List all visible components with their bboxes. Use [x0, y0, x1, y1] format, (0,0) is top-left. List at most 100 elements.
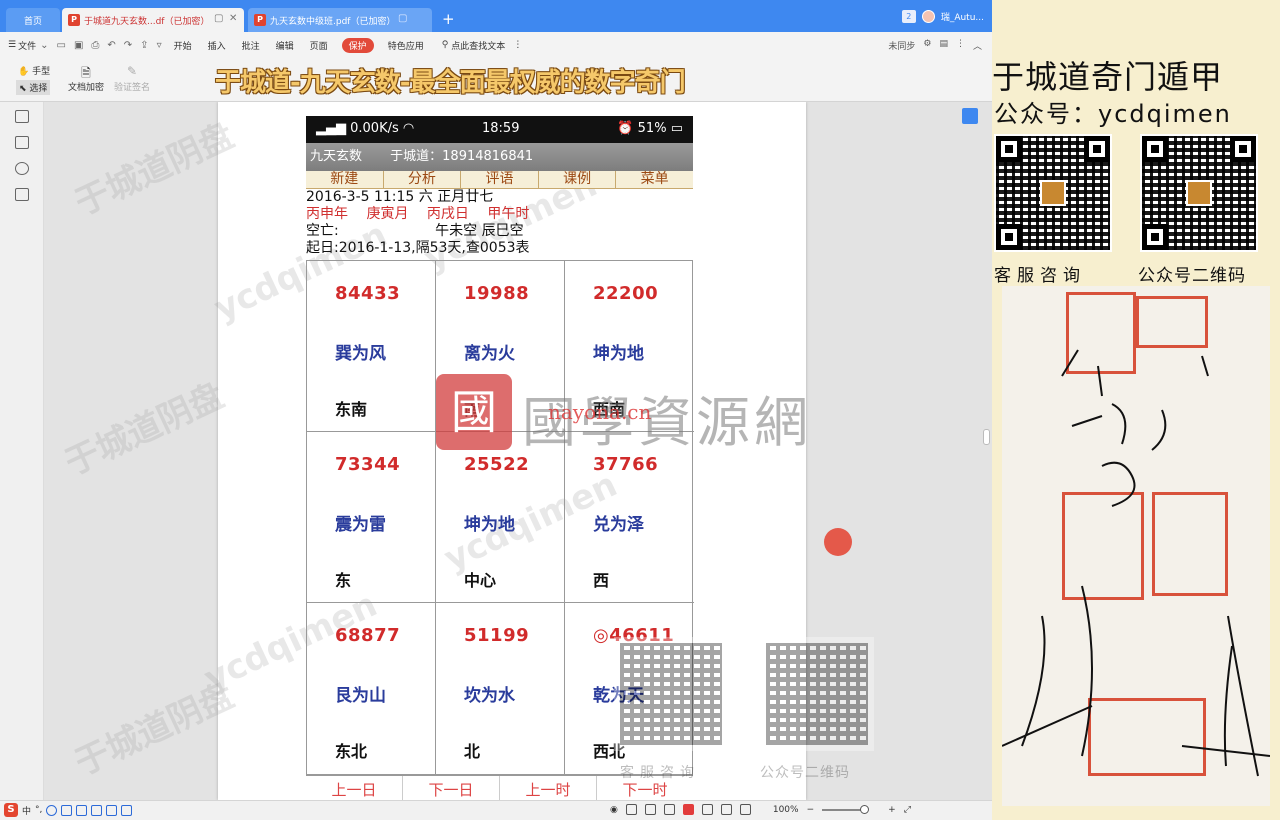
- sogou-logo-icon[interactable]: S: [4, 803, 18, 817]
- fit-window-icon[interactable]: ⤢: [904, 805, 911, 815]
- zoom-slider[interactable]: [822, 804, 870, 814]
- punctuation-icon[interactable]: °,: [35, 805, 42, 815]
- more-icon[interactable]: ⋮: [513, 40, 522, 50]
- eye-icon[interactable]: ◉: [610, 805, 618, 815]
- menu-protect[interactable]: 保护: [341, 37, 374, 53]
- search-icon[interactable]: ⚲: [442, 40, 449, 50]
- account-name[interactable]: 瑞_Autu...: [941, 10, 984, 23]
- app-name: 九天玄数: [310, 149, 363, 164]
- tab-pin-icon[interactable]: ▢: [398, 13, 407, 24]
- select-tool[interactable]: ⬉ 选择: [16, 80, 51, 95]
- grid-icon[interactable]: [121, 804, 133, 816]
- tab-close-icon[interactable]: ✕: [229, 13, 237, 24]
- collapse-icon[interactable]: ︿: [973, 39, 982, 52]
- double-page-icon[interactable]: [644, 804, 656, 815]
- calligraphy-photo: [1002, 286, 1270, 806]
- save-icon[interactable]: ▣: [70, 40, 87, 51]
- right-promo-panel: 于城道奇门遁甲 公众号：ycdqimen 客服咨询 公众号二维码: [992, 0, 1280, 820]
- export-icon[interactable]: ⇪: [136, 40, 152, 51]
- redo-icon[interactable]: ↷: [120, 40, 136, 51]
- tabbar-right: 2 瑞_Autu...: [901, 10, 984, 23]
- palace-cell: 73344 震为雷东: [307, 432, 436, 603]
- qr-finder: [1230, 136, 1256, 162]
- zoom-level[interactable]: 100%: [773, 805, 799, 815]
- annotation-list-icon[interactable]: [15, 188, 29, 201]
- network-speed-text: 0.00K/s: [350, 121, 399, 136]
- palace-cell: 84433 巽为风 东南: [307, 261, 436, 432]
- tab-second-document[interactable]: P 九天玄数中级班.pdf（已加密） ▢: [248, 8, 432, 32]
- outline-icon[interactable]: [15, 110, 29, 123]
- bookmark-icon[interactable]: [15, 162, 29, 175]
- window-count-badge[interactable]: 2: [901, 10, 916, 23]
- nav-menu: 菜单: [640, 171, 669, 187]
- fit-width-icon[interactable]: [701, 804, 713, 815]
- quick-access-icon[interactable]: ▿: [153, 40, 166, 51]
- palace-number: 73344: [335, 454, 401, 475]
- zoom-slider-knob[interactable]: [860, 804, 870, 814]
- new-tab-icon[interactable]: +: [442, 10, 455, 28]
- qr-finder: [1142, 224, 1168, 250]
- settings-icon[interactable]: ⚙: [923, 39, 931, 52]
- scrollbar-handle[interactable]: [983, 429, 990, 445]
- fit-page-icon[interactable]: [720, 804, 732, 815]
- palace-hexagram: 坎为水: [464, 686, 515, 706]
- document-area[interactable]: 于城道阴盘 ycdqimen ycdqimen 于城道阴盘 ycdqimen y…: [44, 102, 992, 800]
- floating-tool-icon[interactable]: [962, 108, 978, 124]
- keyboard-icon[interactable]: [76, 804, 88, 816]
- date-line: 2016-3-5 11:15 六 正月廿七: [306, 189, 494, 205]
- more-icon[interactable]: ⋮: [956, 39, 965, 52]
- tab-active-document[interactable]: P 于城道九天玄数...df（已加密） ▢ ✕: [62, 8, 244, 32]
- menu-icon[interactable]: ☰: [0, 40, 18, 50]
- hand-tool-label: 手型: [32, 67, 51, 77]
- kongwang-values: 午未空 辰巳空: [435, 223, 524, 239]
- sync-status[interactable]: 未同步: [888, 39, 915, 52]
- single-page-icon[interactable]: [625, 804, 637, 815]
- battery-icon: ▭: [670, 121, 683, 136]
- shirt-icon[interactable]: [106, 804, 118, 816]
- undo-icon[interactable]: ↶: [103, 40, 119, 51]
- menu-annotate[interactable]: 批注: [234, 39, 268, 52]
- verify-signature-button[interactable]: ✎ 验证签名: [112, 64, 152, 93]
- encrypt-button[interactable]: 🗎 文档加密: [66, 64, 106, 93]
- chevron-down-icon[interactable]: ⌄: [36, 40, 52, 51]
- tab-pin-icon[interactable]: ▢: [214, 13, 223, 24]
- book-icon[interactable]: [663, 804, 675, 815]
- menu-start[interactable]: 开始: [166, 39, 200, 52]
- comment-icon[interactable]: ▤: [939, 39, 948, 52]
- menu-special[interactable]: 特色应用: [380, 39, 432, 52]
- zoom-out-icon[interactable]: −: [807, 805, 815, 815]
- menu-insert[interactable]: 插入: [200, 39, 234, 52]
- qr-right-caption: 公众号二维码: [1138, 266, 1246, 286]
- signature-icon: ✎: [126, 64, 138, 78]
- palace-cell: 37766 兑为泽西: [565, 432, 694, 603]
- play-icon[interactable]: [682, 804, 694, 815]
- menu-edit[interactable]: 编辑: [268, 39, 302, 52]
- menu-find-text[interactable]: 点此查找文本: [448, 39, 513, 52]
- tab-home[interactable]: 首页: [6, 8, 60, 32]
- palace-hexagram: 巽为风: [335, 344, 386, 364]
- fullscreen-icon[interactable]: [739, 804, 751, 815]
- official-account-qr: [1140, 134, 1258, 252]
- menu-page[interactable]: 页面: [302, 39, 336, 52]
- ganzhi-year: 丙申年: [306, 206, 348, 222]
- zoom-in-icon[interactable]: +: [888, 805, 896, 815]
- avatar[interactable]: [921, 10, 935, 23]
- ime-mode[interactable]: 中: [22, 804, 31, 817]
- open-folder-icon[interactable]: ▭: [52, 40, 69, 51]
- palace-cell: 68877 艮为山 东北: [307, 603, 436, 774]
- thumbnail-icon[interactable]: [15, 136, 29, 149]
- nav-analysis: 分析: [384, 171, 462, 188]
- ime-toolbar[interactable]: S 中 °,: [4, 803, 133, 817]
- print-icon[interactable]: ⎙: [87, 40, 103, 51]
- microphone-icon[interactable]: [61, 804, 73, 816]
- hand-tool[interactable]: ✋ 手型: [18, 64, 50, 77]
- menu-file[interactable]: 文件: [18, 39, 36, 52]
- emoji-icon[interactable]: [46, 804, 58, 816]
- ganzhi-day: 丙戌日: [426, 206, 469, 222]
- prev-day: 上一日: [306, 776, 403, 800]
- left-sidebar: [0, 102, 44, 800]
- user-icon[interactable]: [91, 804, 103, 816]
- document-lock-icon: 🗎: [81, 66, 91, 80]
- author-contact: 于城道：18914816841: [390, 149, 534, 164]
- qr-logo: [1186, 180, 1212, 206]
